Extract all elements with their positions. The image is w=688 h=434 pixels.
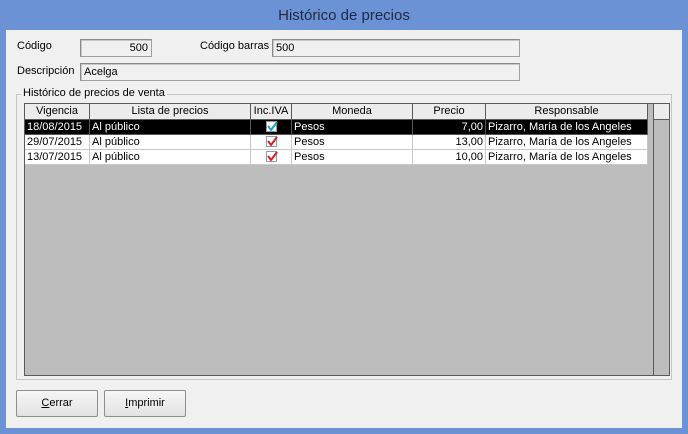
cell-lista: Al público — [90, 135, 251, 150]
descripcion-field[interactable]: Acelga — [80, 63, 520, 81]
col-moneda[interactable]: Moneda — [292, 104, 413, 120]
cell-responsable: Pizarro, María de los Angeles — [486, 120, 648, 135]
historico-group-title: Histórico de precios de venta — [21, 87, 167, 99]
table-row[interactable]: 13/07/2015 Al público Pesos 10,00 Pizarr… — [25, 150, 648, 165]
inc-iva-checkbox[interactable] — [265, 136, 278, 147]
codigo-label: Código — [17, 40, 52, 52]
cell-moneda: Pesos — [292, 150, 413, 165]
grid-vertical-scrollbar[interactable] — [653, 104, 669, 375]
grid-header-corner — [654, 104, 669, 120]
inc-iva-checkbox[interactable] — [265, 121, 278, 132]
prices-grid[interactable]: Vigencia Lista de precios Inc.IVA Moneda… — [24, 103, 670, 376]
inc-iva-checkbox[interactable] — [265, 151, 278, 162]
dialog-client: Código 500 Código barras 500 Descripción… — [6, 30, 682, 428]
cell-precio: 10,00 — [413, 150, 486, 165]
check-icon — [266, 121, 278, 132]
codigo-field[interactable]: 500 — [80, 39, 152, 57]
imprimir-label: mprimir — [128, 397, 165, 409]
imprimir-button[interactable]: Imprimir — [104, 390, 186, 417]
cell-inc-iva — [251, 120, 292, 135]
col-vigencia[interactable]: Vigencia — [25, 104, 90, 120]
cell-vigencia: 29/07/2015 — [25, 135, 90, 150]
codigo-barras-field[interactable]: 500 — [272, 39, 520, 57]
cell-responsable: Pizarro, María de los Angeles — [486, 135, 648, 150]
cell-moneda: Pesos — [292, 120, 413, 135]
codigo-barras-label: Código barras — [200, 40, 270, 52]
cell-lista: Al público — [90, 120, 251, 135]
grid-header: Vigencia Lista de precios Inc.IVA Moneda… — [25, 104, 648, 120]
check-icon — [266, 151, 278, 162]
cerrar-label: errar — [49, 397, 73, 409]
cell-precio: 13,00 — [413, 135, 486, 150]
cell-vigencia: 18/08/2015 — [25, 120, 90, 135]
col-lista-precios[interactable]: Lista de precios — [90, 104, 251, 120]
window-title: Histórico de precios — [0, 0, 688, 30]
descripcion-label: Descripción — [17, 65, 75, 77]
cell-inc-iva — [251, 150, 292, 165]
col-responsable[interactable]: Responsable — [486, 104, 648, 120]
cell-vigencia: 13/07/2015 — [25, 150, 90, 165]
cell-moneda: Pesos — [292, 135, 413, 150]
cell-inc-iva — [251, 135, 292, 150]
check-icon — [266, 136, 278, 147]
col-inc-iva[interactable]: Inc.IVA — [251, 104, 292, 120]
cerrar-button[interactable]: Cerrar — [16, 390, 98, 417]
col-precio[interactable]: Precio — [413, 104, 486, 120]
window: Histórico de precios Código 500 Código b… — [0, 0, 688, 434]
table-row[interactable]: 29/07/2015 Al público Pesos 13,00 Pizarr… — [25, 135, 648, 150]
cell-responsable: Pizarro, María de los Angeles — [486, 150, 648, 165]
cell-precio: 7,00 — [413, 120, 486, 135]
table-row[interactable]: 18/08/2015 Al público Pesos 7,00 Pizarro… — [25, 120, 648, 135]
cell-lista: Al público — [90, 150, 251, 165]
